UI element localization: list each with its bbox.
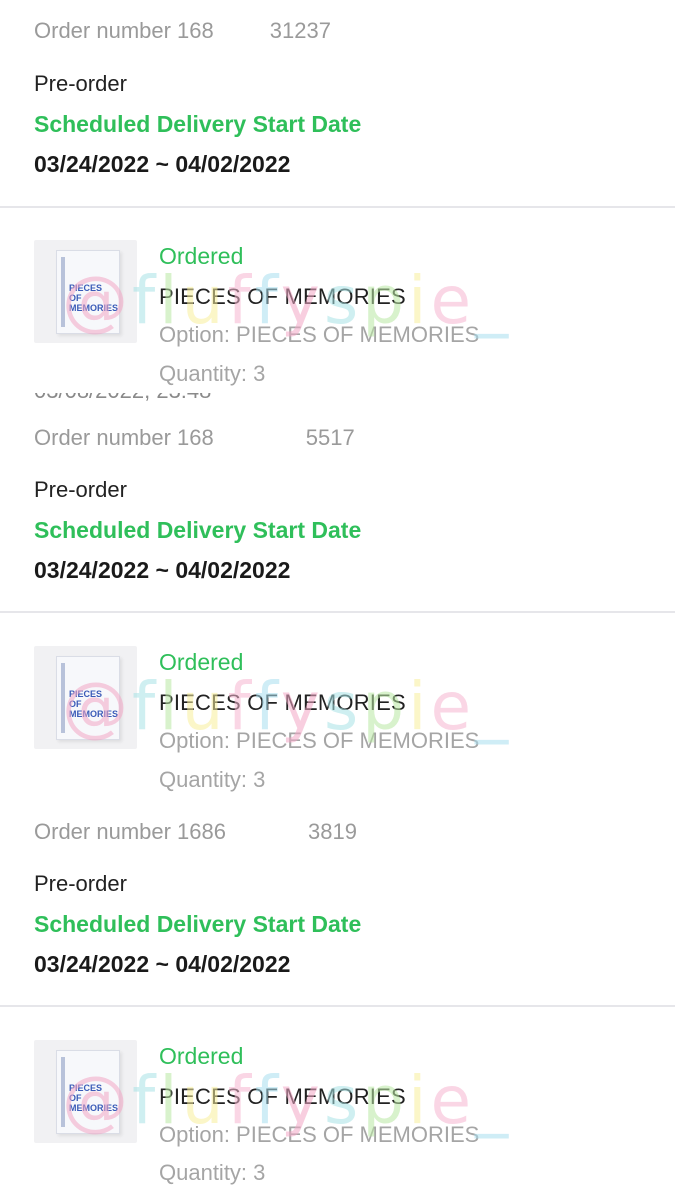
watermark-letter: _ <box>475 262 513 339</box>
album-cover-text: PIECES OF MEMORIES <box>69 283 119 313</box>
order-number-prefix: Order number 1686 <box>34 819 226 844</box>
album-spine <box>61 257 65 327</box>
order-number-suffix: 3819 <box>308 819 357 844</box>
delivery-date-range: 03/24/2022 ~ 04/02/2022 <box>34 951 291 977</box>
watermark-letter: _ <box>475 668 513 745</box>
scheduled-delivery-label: Scheduled Delivery Start Date <box>34 517 362 543</box>
order-datetime-text: 03/08/2022, 23:48 <box>34 393 211 403</box>
album-spine <box>61 663 65 733</box>
order-type-label: Pre-order <box>34 871 127 896</box>
order-type-label: Pre-order <box>34 71 127 96</box>
product-quantity: Quantity: 3 <box>159 767 266 792</box>
product-title[interactable]: PIECES OF MEMORIES <box>159 284 406 310</box>
order-number: Order number 1686 3819 <box>34 819 357 845</box>
order-number-prefix: Order number 168 <box>34 18 214 43</box>
album-box-image: PIECES OF MEMORIES <box>56 250 120 334</box>
order-type-label: Pre-order <box>34 477 127 502</box>
delivery-date-range: 03/24/2022 ~ 04/02/2022 <box>34 151 291 177</box>
product-quantity: Quantity: 3 <box>159 361 266 386</box>
album-cover-text: PIECES OF MEMORIES <box>69 689 119 719</box>
delivery-date-range: 03/24/2022 ~ 04/02/2022 <box>34 557 291 583</box>
product-quantity: Quantity: 3 <box>159 1160 266 1185</box>
order-datetime: 03/08/2022, 23:48 <box>34 393 211 405</box>
redaction-mask <box>226 824 308 843</box>
order-number-suffix: 5517 <box>305 425 355 450</box>
album-box-image: PIECES OF MEMORIES <box>56 1050 120 1134</box>
product-thumbnail[interactable]: PIECES OF MEMORIES <box>34 1040 137 1143</box>
redaction-mask <box>213 430 306 449</box>
product-option: Option: PIECES OF MEMORIES <box>159 728 480 753</box>
order-divider <box>0 206 675 208</box>
order-divider <box>0 1005 675 1007</box>
product-title[interactable]: PIECES OF MEMORIES <box>159 1084 406 1110</box>
order-status: Ordered <box>159 1043 244 1069</box>
watermark-letter: _ <box>475 1062 513 1139</box>
redaction-mask <box>213 23 270 42</box>
product-thumbnail[interactable]: PIECES OF MEMORIES <box>34 240 137 343</box>
scheduled-delivery-label: Scheduled Delivery Start Date <box>34 911 362 937</box>
order-number-suffix: 31237 <box>269 18 331 43</box>
album-cover-text: PIECES OF MEMORIES <box>69 1083 119 1113</box>
order-divider <box>0 611 675 613</box>
order-number: Order number 168 31237 <box>34 18 331 44</box>
product-thumbnail[interactable]: PIECES OF MEMORIES <box>34 646 137 749</box>
album-box-image: PIECES OF MEMORIES <box>56 656 120 740</box>
order-list-page: Order number 168 31237 Pre-order Schedule… <box>0 0 675 1200</box>
product-option: Option: PIECES OF MEMORIES <box>159 322 480 347</box>
product-title[interactable]: PIECES OF MEMORIES <box>159 690 406 716</box>
order-status: Ordered <box>159 649 244 675</box>
order-number-prefix: Order number 168 <box>34 425 214 450</box>
order-status: Ordered <box>159 243 244 269</box>
product-option: Option: PIECES OF MEMORIES <box>159 1122 480 1147</box>
scheduled-delivery-label: Scheduled Delivery Start Date <box>34 111 362 137</box>
order-number: Order number 168 5517 <box>34 425 355 451</box>
album-spine <box>61 1057 65 1127</box>
